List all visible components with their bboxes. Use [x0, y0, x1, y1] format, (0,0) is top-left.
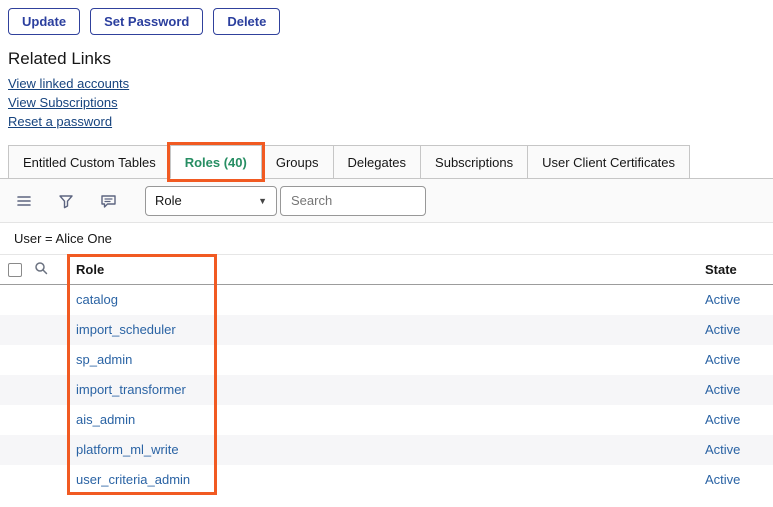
role-cell: ais_admin: [60, 405, 701, 435]
delete-button[interactable]: Delete: [213, 8, 280, 35]
tab-subscriptions[interactable]: Subscriptions: [420, 145, 528, 179]
table-row: ais_admin Active: [0, 405, 773, 435]
row-search-cell: [30, 465, 60, 495]
state-value[interactable]: Active: [705, 322, 740, 337]
table-row: import_scheduler Active: [0, 315, 773, 345]
table-row: catalog Active: [0, 285, 773, 315]
table-header-row: Role State: [0, 255, 773, 285]
search-icon[interactable]: [34, 261, 48, 275]
tab-roles[interactable]: Roles (40): [170, 145, 262, 179]
list-toolbar: Role ▼: [0, 179, 773, 223]
role-cell: sp_admin: [60, 345, 701, 375]
list-menu-icon[interactable]: [16, 193, 32, 209]
related-links-heading: Related Links: [8, 49, 773, 69]
state-cell: Active: [701, 465, 773, 495]
state-value[interactable]: Active: [705, 352, 740, 367]
roles-table: Role State catalog Active import_schedul…: [0, 254, 773, 495]
row-check-cell: [0, 345, 30, 375]
column-search-cell: [30, 255, 60, 285]
role-cell: platform_ml_write: [60, 435, 701, 465]
state-cell: Active: [701, 315, 773, 345]
row-check-cell: [0, 375, 30, 405]
state-value[interactable]: Active: [705, 442, 740, 457]
row-search-cell: [30, 285, 60, 315]
role-cell: import_scheduler: [60, 315, 701, 345]
column-header-state[interactable]: State: [701, 255, 773, 285]
breadcrumb[interactable]: User = Alice One: [14, 231, 112, 246]
row-check-cell: [0, 315, 30, 345]
chevron-down-icon: ▼: [258, 196, 267, 206]
tab-groups[interactable]: Groups: [261, 145, 334, 179]
row-search-cell: [30, 315, 60, 345]
select-all-checkbox[interactable]: [8, 263, 22, 277]
table-row: platform_ml_write Active: [0, 435, 773, 465]
state-cell: Active: [701, 435, 773, 465]
search-input[interactable]: [280, 186, 426, 216]
state-cell: Active: [701, 285, 773, 315]
role-cell: catalog: [60, 285, 701, 315]
set-password-button[interactable]: Set Password: [90, 8, 203, 35]
role-link[interactable]: catalog: [76, 292, 118, 307]
tab-bar: Entitled Custom Tables Roles (40) Groups…: [0, 145, 773, 179]
state-cell: Active: [701, 375, 773, 405]
state-cell: Active: [701, 345, 773, 375]
role-link[interactable]: import_scheduler: [76, 322, 176, 337]
state-value[interactable]: Active: [705, 292, 740, 307]
row-check-cell: [0, 465, 30, 495]
table-row: sp_admin Active: [0, 345, 773, 375]
form-action-bar: Update Set Password Delete: [0, 0, 773, 35]
tab-delegates[interactable]: Delegates: [333, 145, 422, 179]
role-link[interactable]: import_transformer: [76, 382, 186, 397]
select-all-cell: [0, 255, 30, 285]
role-link[interactable]: sp_admin: [76, 352, 132, 367]
tab-user-client-certificates[interactable]: User Client Certificates: [527, 145, 690, 179]
table-row: user_criteria_admin Active: [0, 465, 773, 495]
link-view-linked-accounts[interactable]: View linked accounts: [8, 74, 129, 93]
search-column-select[interactable]: Role ▼: [145, 186, 277, 216]
row-search-cell: [30, 375, 60, 405]
update-button[interactable]: Update: [8, 8, 80, 35]
role-cell: import_transformer: [60, 375, 701, 405]
state-value[interactable]: Active: [705, 382, 740, 397]
link-reset-a-password[interactable]: Reset a password: [8, 112, 112, 131]
role-link[interactable]: user_criteria_admin: [76, 472, 190, 487]
role-cell: user_criteria_admin: [60, 465, 701, 495]
column-header-role[interactable]: Role: [60, 255, 701, 285]
state-value[interactable]: Active: [705, 412, 740, 427]
filter-icon[interactable]: [58, 193, 74, 209]
role-link[interactable]: ais_admin: [76, 412, 135, 427]
roles-table-wrap: Role State catalog Active import_schedul…: [0, 254, 773, 495]
related-links-list: View linked accounts View Subscriptions …: [8, 74, 773, 131]
row-search-cell: [30, 405, 60, 435]
row-check-cell: [0, 435, 30, 465]
row-search-cell: [30, 435, 60, 465]
link-view-subscriptions[interactable]: View Subscriptions: [8, 93, 118, 112]
table-body: catalog Active import_scheduler Active s…: [0, 285, 773, 495]
state-cell: Active: [701, 405, 773, 435]
state-value[interactable]: Active: [705, 472, 740, 487]
tab-entitled-custom-tables[interactable]: Entitled Custom Tables: [8, 145, 171, 179]
activity-stream-icon[interactable]: [100, 193, 117, 209]
user-record-page: Update Set Password Delete Related Links…: [0, 0, 773, 507]
role-link[interactable]: platform_ml_write: [76, 442, 179, 457]
row-check-cell: [0, 285, 30, 315]
row-search-cell: [30, 345, 60, 375]
search-column-value: Role: [155, 193, 182, 208]
table-row: import_transformer Active: [0, 375, 773, 405]
row-check-cell: [0, 405, 30, 435]
breadcrumb-row: User = Alice One: [0, 223, 773, 254]
